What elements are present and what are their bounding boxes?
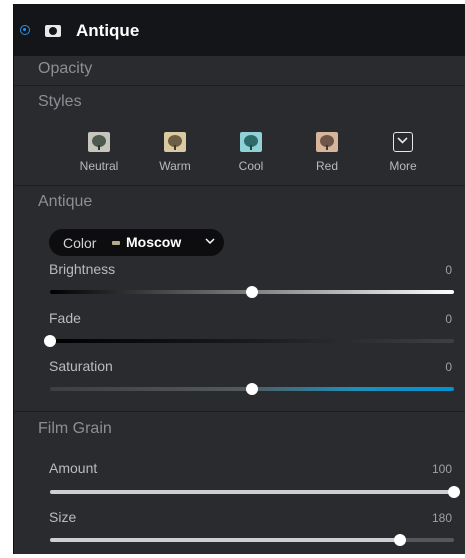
brightness-slider[interactable] <box>50 286 454 298</box>
amount-label: Amount <box>49 460 98 476</box>
red-thumbnail-icon <box>316 132 338 152</box>
size-slider[interactable] <box>50 534 454 546</box>
neutral-thumbnail-icon <box>88 132 110 152</box>
filter-title: Antique <box>76 21 140 40</box>
preset-more[interactable]: More <box>373 132 433 173</box>
preset-label: Red <box>315 159 338 173</box>
opacity-title[interactable]: Opacity <box>38 60 92 78</box>
camera-filter-icon <box>45 25 61 37</box>
filter-header[interactable]: Antique <box>14 4 465 56</box>
chevron-down-icon <box>205 238 215 245</box>
amount-value: 100 <box>431 462 452 476</box>
brightness-label: Brightness <box>49 261 116 277</box>
saturation-value: 0 <box>445 360 452 374</box>
antique-filter-panel: Antique Opacity Styles Neutral Warm Cool <box>0 0 465 558</box>
section-divider <box>14 85 465 86</box>
section-divider <box>14 411 465 412</box>
color-swatch <box>112 241 120 245</box>
size-label: Size <box>49 509 77 525</box>
opacity-section[interactable]: Opacity <box>14 56 465 85</box>
preset-neutral[interactable]: Neutral <box>69 132 129 173</box>
styles-section: Styles Neutral Warm Cool Red More <box>14 85 465 185</box>
color-dropdown-value: Moscow <box>126 234 182 250</box>
fade-value: 0 <box>445 312 452 326</box>
warm-thumbnail-icon <box>164 132 186 152</box>
preset-label: Neutral <box>79 159 119 173</box>
amount-slider-thumb[interactable] <box>448 486 460 498</box>
fade-slider[interactable] <box>44 335 454 347</box>
fade-slider-thumb[interactable] <box>44 335 56 347</box>
color-dropdown[interactable]: Color Moscow <box>49 229 224 256</box>
size-slider-thumb[interactable] <box>393 534 406 546</box>
section-divider <box>14 185 465 186</box>
preset-label: More <box>389 159 417 173</box>
preset-warm[interactable]: Warm <box>145 132 205 173</box>
size-value: 180 <box>431 511 452 525</box>
film-grain-section: Film Grain Amount 100 Size 180 <box>14 411 465 554</box>
saturation-label: Saturation <box>49 358 113 374</box>
color-dropdown-label: Color <box>63 235 97 251</box>
brightness-slider-thumb[interactable] <box>246 286 258 298</box>
saturation-slider[interactable] <box>50 383 454 395</box>
cool-thumbnail-icon <box>240 132 262 152</box>
radio-selected-icon[interactable] <box>20 25 30 35</box>
styles-title[interactable]: Styles <box>38 93 82 111</box>
preset-cool[interactable]: Cool <box>221 132 281 173</box>
preset-label: Cool <box>238 159 264 173</box>
fade-label: Fade <box>49 310 81 326</box>
more-chevron-icon <box>393 132 413 152</box>
preset-label: Warm <box>159 159 191 173</box>
preset-red[interactable]: Red <box>297 132 357 173</box>
saturation-slider-thumb[interactable] <box>246 383 258 395</box>
brightness-value: 0 <box>445 263 452 277</box>
amount-slider[interactable] <box>50 486 460 498</box>
antique-section: Antique Color Moscow Brightness 0 Fade 0… <box>14 185 465 411</box>
film-grain-title[interactable]: Film Grain <box>38 420 112 438</box>
antique-title[interactable]: Antique <box>38 193 92 211</box>
